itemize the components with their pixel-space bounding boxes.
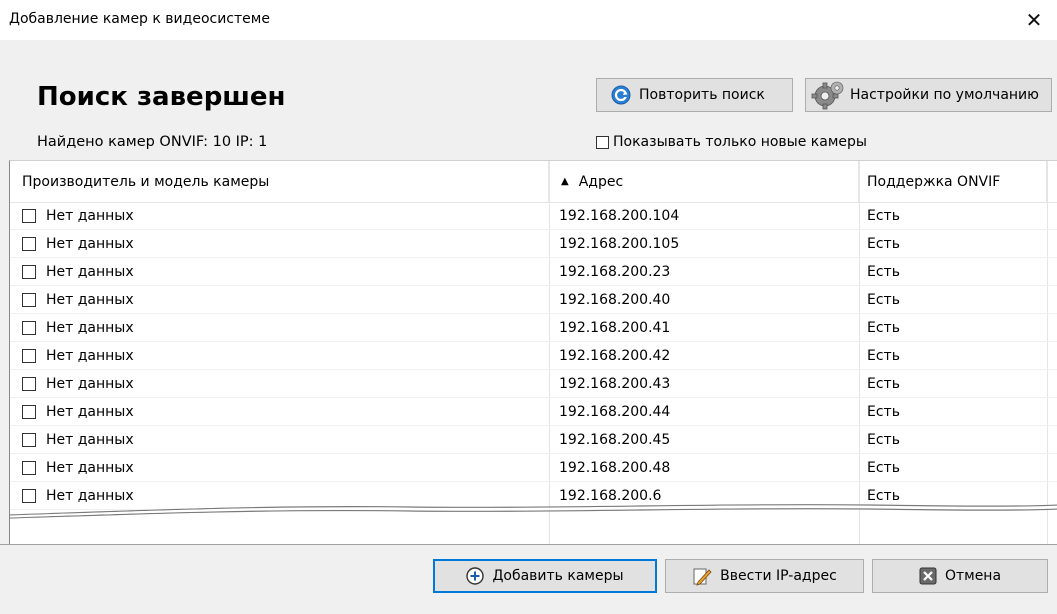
cell-onvif: Есть: [867, 403, 900, 420]
enter-ip-button[interactable]: Ввести IP-адрес: [665, 559, 864, 593]
dialog-window: Добавление камер к видеосистеме ✕ Поиск …: [0, 0, 1057, 614]
x-box-icon: [919, 567, 937, 585]
table-row[interactable]: Нет данных 192.168.200.48 Есть: [10, 454, 1057, 482]
row-checkbox[interactable]: [22, 292, 36, 307]
cell-onvif: Есть: [867, 459, 900, 476]
cell-model: Нет данных: [46, 431, 134, 448]
row-checkbox[interactable]: [22, 208, 36, 223]
column-header-onvif[interactable]: Поддержка ONVIF: [859, 161, 1047, 202]
table-row[interactable]: Нет данных 192.168.200.45 Есть: [10, 426, 1057, 454]
plus-circle-icon: [466, 567, 485, 585]
page-title: Поиск завершен: [37, 82, 286, 112]
table-row[interactable]: Нет данных 192.168.200.23 Есть: [10, 258, 1057, 286]
cell-model: Нет данных: [46, 263, 134, 280]
cell-address: 192.168.200.105: [559, 235, 680, 252]
default-settings-label: Настройки по умолчанию: [850, 87, 1039, 103]
cell-address: 192.168.200.40: [559, 291, 671, 308]
enter-ip-label: Ввести IP-адрес: [720, 568, 837, 584]
row-checkbox[interactable]: [22, 404, 36, 419]
cell-onvif: Есть: [867, 347, 900, 364]
cell-onvif: Есть: [867, 235, 900, 252]
table-header: Производитель и модель камеры ▲ Адрес По…: [10, 161, 1057, 203]
header-area: Поиск завершен Найдено камер ONVIF: 10 I…: [0, 40, 1057, 160]
camera-table: Производитель и модель камеры ▲ Адрес По…: [9, 160, 1057, 544]
cell-model: Нет данных: [46, 347, 134, 364]
refresh-icon: [611, 85, 631, 105]
row-checkbox[interactable]: [22, 432, 36, 447]
table-row[interactable]: Нет данных 192.168.200.43 Есть: [10, 370, 1057, 398]
row-checkbox[interactable]: [22, 320, 36, 335]
sort-ascending-icon: ▲: [561, 176, 569, 187]
cell-address: 192.168.200.45: [559, 431, 671, 448]
cell-model: Нет данных: [46, 375, 134, 392]
repeat-search-button[interactable]: Повторить поиск: [596, 78, 793, 112]
column-header-model[interactable]: Производитель и модель камеры: [10, 161, 549, 202]
row-checkbox[interactable]: [22, 264, 36, 279]
table-row[interactable]: Нет данных 192.168.200.42 Есть: [10, 342, 1057, 370]
cell-onvif: Есть: [867, 207, 900, 224]
footer-divider: [0, 544, 1057, 545]
show-only-new-toggle[interactable]: Показывать только новые камеры: [596, 134, 867, 150]
cell-onvif: Есть: [867, 375, 900, 392]
window-title: Добавление камер к видеосистеме: [9, 11, 270, 27]
cell-address: 192.168.200.42: [559, 347, 671, 364]
cancel-label: Отмена: [944, 568, 1002, 584]
cell-onvif: Есть: [867, 431, 900, 448]
cell-model: Нет данных: [46, 207, 134, 224]
torn-edge-decoration: [10, 503, 1057, 519]
cell-address: 192.168.200.23: [559, 263, 671, 280]
column-header-onvif-label: Поддержка ONVIF: [867, 173, 1001, 190]
add-cameras-button[interactable]: Добавить камеры: [433, 559, 657, 593]
cancel-button[interactable]: Отмена: [872, 559, 1048, 593]
close-icon: ✕: [1025, 8, 1043, 32]
close-button[interactable]: ✕: [1011, 0, 1057, 40]
table-row[interactable]: Нет данных 192.168.200.104 Есть: [10, 202, 1057, 230]
cell-onvif: Есть: [867, 291, 900, 308]
add-cameras-label: Добавить камеры: [492, 568, 624, 584]
table-row[interactable]: Нет данных 192.168.200.105 Есть: [10, 230, 1057, 258]
cell-address: 192.168.200.48: [559, 459, 671, 476]
title-bar: Добавление камер к видеосистеме ✕: [0, 0, 1057, 40]
cell-model: Нет данных: [46, 459, 134, 476]
table-row[interactable]: Нет данных 192.168.200.41 Есть: [10, 314, 1057, 342]
default-settings-button[interactable]: Настройки по умолчанию: [805, 78, 1052, 112]
cell-onvif: Есть: [867, 263, 900, 280]
show-only-new-label: Показывать только новые камеры: [613, 134, 867, 150]
gear-icon: [810, 80, 846, 110]
cell-address: 192.168.200.41: [559, 319, 671, 336]
column-header-model-label: Производитель и модель камеры: [22, 173, 270, 190]
row-checkbox[interactable]: [22, 460, 36, 475]
show-only-new-checkbox[interactable]: [596, 135, 609, 149]
column-header-address[interactable]: ▲ Адрес: [549, 161, 859, 202]
repeat-search-label: Повторить поиск: [639, 87, 765, 103]
table-row[interactable]: Нет данных 192.168.200.44 Есть: [10, 398, 1057, 426]
cell-address: 192.168.200.44: [559, 403, 671, 420]
found-count-text: Найдено камер ONVIF: 10 IP: 1: [37, 134, 268, 150]
row-checkbox[interactable]: [22, 236, 36, 251]
cell-model: Нет данных: [46, 319, 134, 336]
cell-address: 192.168.200.43: [559, 375, 671, 392]
table-row[interactable]: Нет данных 192.168.200.40 Есть: [10, 286, 1057, 314]
table-body: Нет данных 192.168.200.104 Есть Нет данных…: [10, 202, 1057, 510]
cell-onvif: Есть: [867, 319, 900, 336]
pencil-icon: [692, 566, 712, 586]
cell-model: Нет данных: [46, 403, 134, 420]
cell-model: Нет данных: [46, 235, 134, 252]
column-header-address-label: Адрес: [578, 173, 624, 190]
cell-model: Нет данных: [46, 291, 134, 308]
row-checkbox[interactable]: [22, 376, 36, 391]
cell-address: 192.168.200.104: [559, 207, 680, 224]
row-checkbox[interactable]: [22, 348, 36, 363]
